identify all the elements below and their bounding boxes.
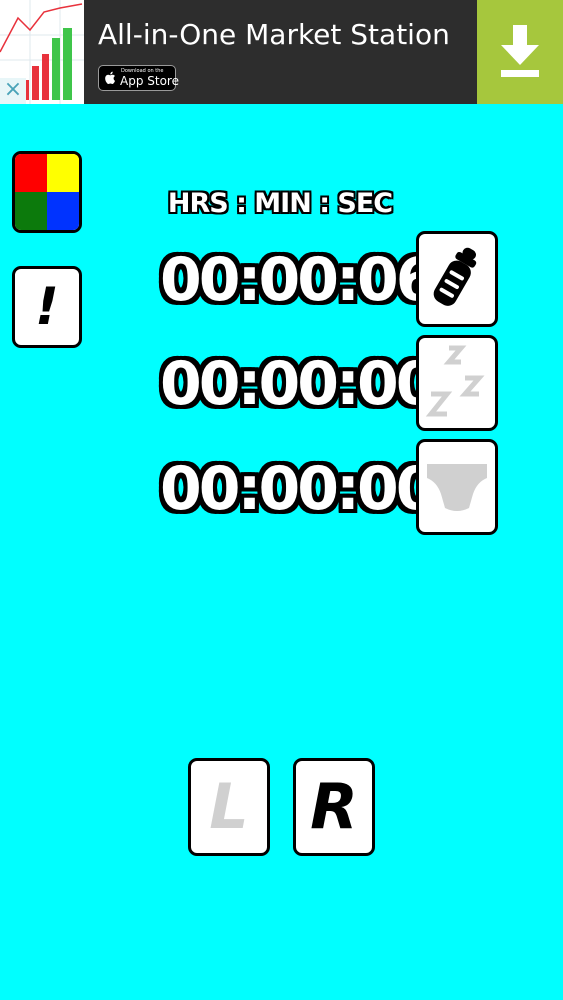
ad-close-icon[interactable]: × — [0, 78, 26, 104]
ad-banner[interactable]: × All-in-One Market Station Download on … — [0, 0, 563, 104]
color-swatch-red — [15, 154, 47, 192]
diaper-timer: 00:00:00 — [160, 454, 437, 524]
feed-timer: 00:00:06 — [160, 245, 437, 315]
alert-button[interactable]: ! — [12, 266, 82, 348]
color-swatch-green — [15, 192, 47, 230]
right-side-button[interactable]: R — [293, 758, 375, 856]
apple-icon — [105, 71, 115, 84]
ad-download-button[interactable] — [477, 0, 563, 104]
left-side-button[interactable]: L — [188, 758, 270, 856]
download-icon — [501, 25, 539, 77]
ad-title: All-in-One Market Station — [98, 18, 450, 51]
sleep-button[interactable] — [416, 335, 498, 431]
color-swatch-blue — [47, 192, 79, 230]
diaper-button[interactable] — [416, 439, 498, 535]
color-theme-button[interactable] — [12, 151, 82, 233]
diaper-icon — [427, 464, 487, 511]
feed-button[interactable] — [416, 231, 498, 327]
color-grid-icon — [15, 154, 79, 230]
badge-store-name: App Store — [120, 74, 179, 88]
bottle-icon — [433, 247, 477, 306]
sleep-timer: 00:00:00 — [160, 349, 437, 419]
color-swatch-yellow — [47, 154, 79, 192]
time-format-header: HRS : MIN : SEC — [167, 188, 393, 219]
exclamation-icon: ! — [35, 277, 59, 337]
app-store-badge[interactable]: Download on the App Store — [98, 65, 179, 91]
sleep-zzz-icon — [425, 345, 485, 417]
